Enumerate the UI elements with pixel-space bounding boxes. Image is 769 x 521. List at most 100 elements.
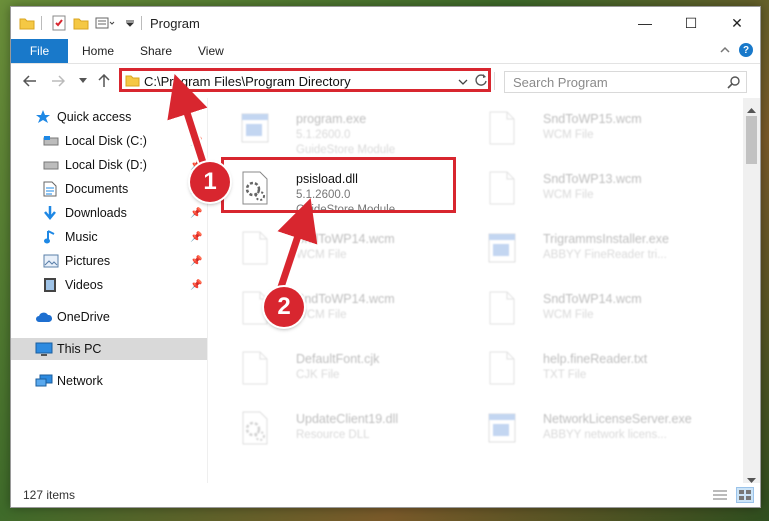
sidebar-item-documents[interactable]: Documents 📌 — [11, 178, 207, 200]
sidebar-item-this-pc[interactable]: This PC — [11, 338, 207, 360]
sidebar-item-label: Local Disk (D:) — [65, 158, 147, 172]
computer-icon — [35, 342, 53, 359]
file-name: UpdateClient19.dll — [296, 412, 399, 426]
sidebar-item-quick-access[interactable]: Quick access — [11, 106, 207, 128]
close-button[interactable]: ✕ — [714, 7, 760, 39]
file-item[interactable]: SndToWP14.wcm WCM File — [232, 224, 470, 278]
vertical-scrollbar[interactable] — [743, 98, 760, 483]
ribbon-tabs: File Home Share View ? — [11, 39, 760, 64]
downloads-icon — [43, 205, 57, 224]
sidebar-item-label: This PC — [57, 342, 102, 356]
item-count: 127 items — [23, 488, 76, 502]
tab-home[interactable]: Home — [82, 39, 114, 63]
address-path[interactable]: C:\Program Files\Program Directory — [144, 74, 351, 89]
sidebar-item-label: Documents — [65, 182, 129, 196]
forward-button[interactable] — [49, 72, 67, 90]
file-name: SndToWP14.wcm — [543, 292, 642, 306]
drive-icon — [43, 159, 59, 174]
file-item[interactable]: TrigrammsInstaller.exe ABBYY FineReader t… — [479, 224, 717, 278]
sidebar-item-network[interactable]: Network — [11, 370, 207, 392]
expand-ribbon-icon[interactable] — [719, 44, 731, 59]
file-detail: Resource DLL — [296, 429, 370, 441]
sidebar-item-label: Pictures — [65, 254, 111, 268]
address-bar[interactable]: C:\Program Files\Program Directory — [119, 68, 491, 92]
file-detail: WCM File — [543, 309, 594, 321]
sidebar-item-local-disk-d[interactable]: Local Disk (D:) 📌 — [11, 154, 207, 176]
refresh-icon[interactable] — [474, 73, 488, 90]
help-icon[interactable]: ? — [739, 43, 753, 57]
file-name: SndToWP14.wcm — [296, 292, 395, 306]
scroll-up-icon[interactable] — [747, 102, 756, 116]
file-item[interactable]: SndToWP14.wcm WCM File — [479, 284, 717, 338]
window-title: Program — [150, 16, 200, 31]
file-detail: WCM File — [543, 189, 594, 201]
file-item[interactable]: SndToWP15.wcm WCM File — [479, 104, 717, 158]
callout-2: 2 — [264, 287, 304, 327]
navigation-pane: Quick access Local Disk (C:) 📌 Local Dis… — [11, 98, 207, 483]
file-detail: CJK File — [296, 369, 340, 381]
recent-locations-button[interactable] — [74, 72, 92, 90]
tab-view[interactable]: View — [198, 39, 224, 63]
maximize-button[interactable]: ☐ — [668, 7, 714, 39]
file-item[interactable]: program.exe 5.1.2600.0 GuideStore Module — [232, 104, 470, 158]
file-item[interactable]: help.fineReader.txt TXT File — [479, 344, 717, 398]
file-name: help.fineReader.txt — [543, 352, 648, 366]
details-view-icon[interactable] — [712, 488, 728, 505]
file-detail: GuideStore Module — [296, 144, 396, 156]
file-icon — [487, 170, 515, 206]
file-detail: WCM File — [543, 129, 594, 141]
separator — [41, 15, 42, 31]
view-options-icon[interactable] — [95, 15, 115, 31]
sidebar-item-downloads[interactable]: Downloads 📌 — [11, 202, 207, 224]
file-detail: 5.1.2600.0 — [296, 129, 351, 141]
pin-icon: 📌 — [190, 255, 203, 267]
file-icon — [240, 350, 268, 386]
file-detail: ABBYY network licens... — [543, 429, 667, 441]
large-icons-view-icon[interactable] — [736, 487, 754, 503]
folder-icon — [125, 74, 140, 90]
tab-share[interactable]: Share — [140, 39, 172, 63]
chevron-down-icon[interactable] — [458, 75, 468, 89]
navigation-bar: C:\Program Files\Program Directory Searc… — [11, 64, 760, 98]
file-item[interactable]: SndToWP13.wcm WCM File — [479, 164, 717, 218]
exe-icon — [240, 110, 269, 146]
pin-icon: 📌 — [190, 135, 203, 147]
up-button[interactable] — [95, 72, 113, 90]
minimize-button[interactable]: — — [622, 7, 668, 39]
file-name: SndToWP15.wcm — [543, 112, 642, 126]
customize-toolbar-icon[interactable] — [125, 15, 135, 31]
sidebar-item-onedrive[interactable]: OneDrive — [11, 306, 207, 328]
file-item[interactable]: NetworkLicenseServer.exe ABBYY network li… — [479, 404, 717, 458]
sidebar-item-music[interactable]: Music 📌 — [11, 226, 207, 248]
file-name: SndToWP13.wcm — [543, 172, 642, 186]
file-name: NetworkLicenseServer.exe — [543, 412, 692, 426]
file-item[interactable]: DefaultFont.cjk CJK File — [232, 344, 470, 398]
search-input[interactable]: Search Program — [513, 75, 608, 90]
music-icon — [43, 229, 57, 248]
tab-file[interactable]: File — [11, 39, 68, 63]
file-name: SndToWP14.wcm — [296, 232, 395, 246]
properties-icon[interactable] — [51, 15, 67, 31]
file-icon — [487, 290, 515, 326]
search-box[interactable]: Search Program — [504, 71, 747, 93]
sidebar-item-pictures[interactable]: Pictures 📌 — [11, 250, 207, 272]
exe-icon — [487, 410, 516, 446]
pin-icon: 📌 — [190, 231, 203, 243]
back-button[interactable] — [21, 72, 39, 90]
scrollbar-thumb[interactable] — [746, 116, 757, 164]
file-item[interactable]: UpdateClient19.dll Resource DLL — [232, 404, 470, 458]
sidebar-item-local-disk-c[interactable]: Local Disk (C:) 📌 — [11, 130, 207, 152]
file-name: program.exe — [296, 112, 367, 126]
new-folder-icon[interactable] — [73, 15, 89, 31]
file-detail: TXT File — [543, 369, 587, 381]
sidebar-item-label: OneDrive — [57, 310, 110, 324]
star-icon — [35, 109, 51, 128]
sidebar-item-label: Network — [57, 374, 103, 388]
search-icon[interactable] — [727, 75, 741, 92]
pin-icon: 📌 — [190, 207, 203, 219]
file-detail: WCM File — [296, 249, 347, 261]
sidebar-item-label: Videos — [65, 278, 103, 292]
pin-icon: 📌 — [190, 279, 203, 291]
sidebar-item-videos[interactable]: Videos 📌 — [11, 274, 207, 296]
sidebar-item-label: Quick access — [57, 110, 132, 124]
